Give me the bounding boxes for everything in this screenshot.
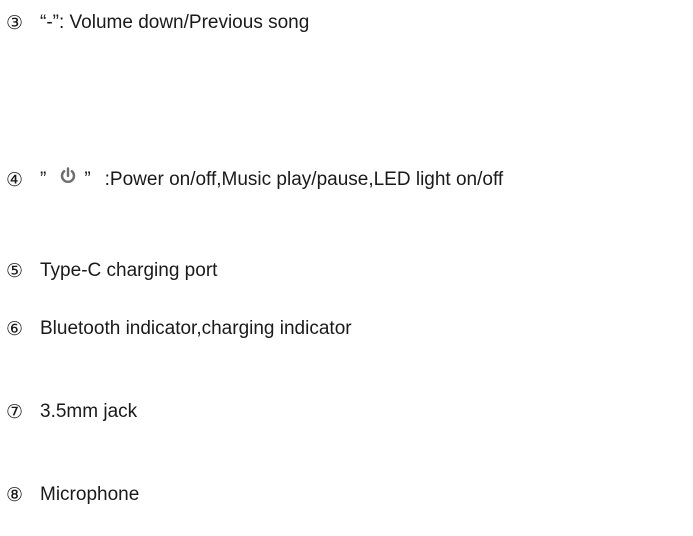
item-number: ⑧ [6,484,24,506]
item-audio-jack: ⑦ 3.5mm jack [6,400,137,424]
item-microphone: ⑧ Microphone [6,483,139,507]
close-quote: ” [84,169,91,190]
item-indicators: ⑥ Bluetooth indicator,charging indicator [6,317,352,341]
item-volume-down: ③ “-”: Volume down/Previous song [6,11,309,35]
item-number: ⑥ [6,318,24,340]
item-charging-port: ⑤ Type-C charging port [6,259,217,283]
item-text: :Power on/off,Music play/pause,LED light… [104,169,504,190]
item-number: ⑤ [6,260,24,282]
item-text: Microphone [40,484,140,505]
item-text: Bluetooth indicator,charging indicator [40,318,352,339]
item-number: ⑦ [6,401,24,423]
open-quote: ” [40,169,47,190]
item-number: ③ [6,12,24,34]
item-text: Type-C charging port [40,260,218,281]
power-icon [58,166,78,186]
item-power: ④ ” ” :Power on/off,Music play/pause,LED… [6,166,504,192]
item-number: ④ [6,169,24,191]
item-text: 3.5mm jack [40,401,138,422]
item-text: “-”: Volume down/Previous song [40,12,310,33]
